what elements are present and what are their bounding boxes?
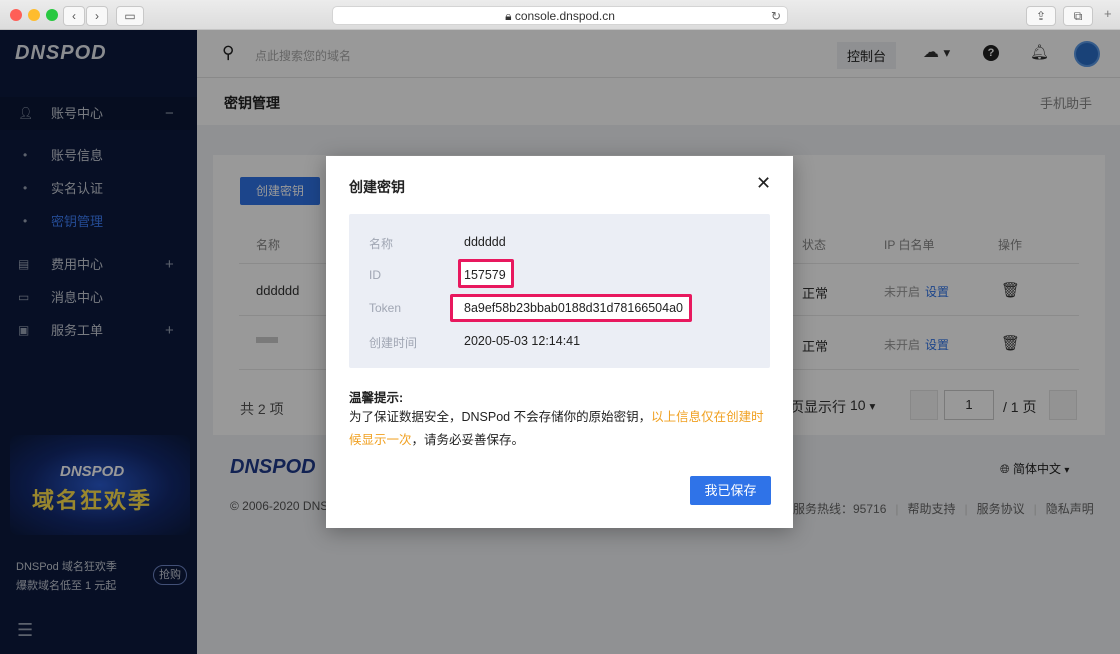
confirm-saved-button[interactable]: 我已保存 bbox=[690, 476, 771, 505]
tip-title: 温馨提示: bbox=[349, 391, 404, 405]
close-window-button[interactable] bbox=[10, 9, 22, 21]
new-tab-icon[interactable]: + bbox=[1104, 6, 1112, 21]
key-info-panel: 名称 dddddd ID 157579 Token 8a9ef58b23bbab… bbox=[349, 214, 770, 368]
field-label-name: 名称 bbox=[369, 237, 394, 251]
field-label-token: Token bbox=[369, 301, 402, 315]
forward-button[interactable]: › bbox=[86, 6, 108, 26]
field-label-id: ID bbox=[369, 268, 381, 282]
tip-end: ，请务必妥善保存。 bbox=[411, 433, 525, 447]
lock-icon: 🔒︎ bbox=[505, 9, 515, 23]
browser-toolbar: ‹ › ▭ 🔒︎ console.dnspod.cn ↻ ⇪ ⧉ + bbox=[0, 0, 1120, 30]
dialog-title: 创建密钥 bbox=[349, 179, 405, 195]
field-value-id: 157579 bbox=[464, 268, 506, 282]
minimize-window-button[interactable] bbox=[28, 9, 40, 21]
close-icon[interactable]: ✕ bbox=[756, 173, 771, 194]
url-text: console.dnspod.cn bbox=[514, 9, 615, 23]
share-icon[interactable]: ⇪ bbox=[1026, 6, 1056, 26]
field-value-created: 2020-05-03 12:14:41 bbox=[464, 334, 581, 348]
field-label-created: 创建时间 bbox=[369, 336, 418, 350]
tabs-icon[interactable]: ⧉ bbox=[1063, 6, 1093, 26]
field-value-name: dddddd bbox=[464, 235, 506, 249]
address-bar[interactable]: 🔒︎ console.dnspod.cn ↻ bbox=[332, 6, 788, 25]
maximize-window-button[interactable] bbox=[46, 9, 58, 21]
create-key-dialog: 创建密钥 ✕ 名称 dddddd ID 157579 Token 8a9ef58… bbox=[326, 156, 793, 528]
sidebar-toggle-icon[interactable]: ▭ bbox=[116, 6, 144, 26]
back-button[interactable]: ‹ bbox=[63, 6, 85, 26]
field-value-token: 8a9ef58b23bbab0188d31d78166504a0 bbox=[464, 301, 683, 315]
reload-icon[interactable]: ↻ bbox=[771, 7, 781, 25]
tip-body: 为了保证数据安全，DNSPod 不会存储你的原始密钥， bbox=[349, 410, 652, 424]
tip-text: 为了保证数据安全，DNSPod 不会存储你的原始密钥，以上信息仅在创建时候显示一… bbox=[349, 406, 774, 452]
